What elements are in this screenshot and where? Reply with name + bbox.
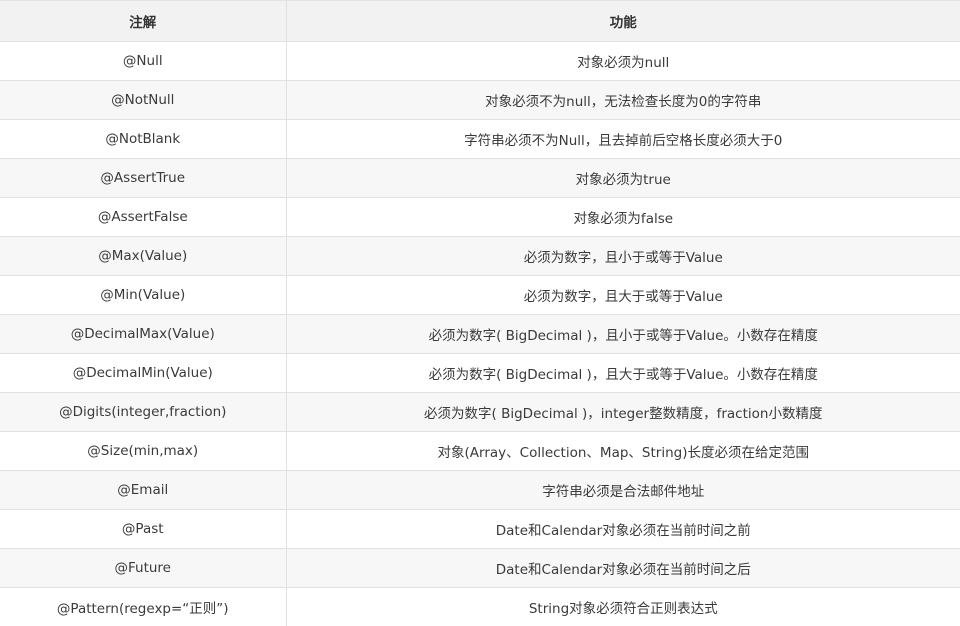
function-cell: String对象必须符合正则表达式: [285, 587, 960, 626]
annotation-cell: @Max(Value): [0, 236, 287, 276]
table-row: @DecimalMin(Value) 必须为数字( BigDecimal )，且…: [0, 353, 960, 393]
annotation-cell: @NotBlank: [0, 119, 287, 159]
function-cell: 必须为数字，且大于或等于Value: [285, 275, 960, 315]
annotation-cell: @Past: [0, 509, 287, 549]
annotation-cell: @Digits(integer,fraction): [0, 392, 287, 432]
annotation-cell: @Min(Value): [0, 275, 287, 315]
annotation-table: 注解 功能 @Null 对象必须为null @NotNull 对象必须不为nul…: [0, 0, 960, 626]
table-row: @Digits(integer,fraction) 必须为数字( BigDeci…: [0, 392, 960, 432]
function-cell: 必须为数字( BigDecimal )，且大于或等于Value。小数存在精度: [285, 353, 960, 393]
header-annotation: 注解: [0, 0, 287, 42]
function-cell: Date和Calendar对象必须在当前时间之后: [285, 548, 960, 588]
header-function: 功能: [285, 0, 960, 42]
table-row: @Future Date和Calendar对象必须在当前时间之后: [0, 548, 960, 588]
function-cell: 字符串必须是合法邮件地址: [285, 470, 960, 510]
function-cell: 对象必须为false: [285, 197, 960, 237]
annotation-cell: @Future: [0, 548, 287, 588]
table-row: @Pattern(regexp=“正则”) String对象必须符合正则表达式: [0, 587, 960, 626]
function-cell: 必须为数字，且小于或等于Value: [285, 236, 960, 276]
annotation-cell: @NotNull: [0, 80, 287, 120]
function-cell: 对象必须为null: [285, 41, 960, 81]
annotation-cell: @DecimalMax(Value): [0, 314, 287, 354]
table-row: @Size(min,max) 对象(Array、Collection、Map、S…: [0, 431, 960, 471]
function-cell: 对象(Array、Collection、Map、String)长度必须在给定范围: [285, 431, 960, 471]
function-cell: 字符串必须不为Null，且去掉前后空格长度必须大于0: [285, 119, 960, 159]
function-cell: 对象必须为true: [285, 158, 960, 198]
function-cell: Date和Calendar对象必须在当前时间之前: [285, 509, 960, 549]
table-row: @AssertFalse 对象必须为false: [0, 197, 960, 237]
table-row: @Email 字符串必须是合法邮件地址: [0, 470, 960, 510]
table-row: @NotNull 对象必须不为null，无法检查长度为0的字符串: [0, 80, 960, 120]
table-row: @Null 对象必须为null: [0, 41, 960, 81]
table-row: @AssertTrue 对象必须为true: [0, 158, 960, 198]
table-row: @NotBlank 字符串必须不为Null，且去掉前后空格长度必须大于0: [0, 119, 960, 159]
annotation-cell: @Email: [0, 470, 287, 510]
annotation-cell: @AssertTrue: [0, 158, 287, 198]
header-row: 注解 功能: [0, 0, 960, 42]
table-row: @Past Date和Calendar对象必须在当前时间之前: [0, 509, 960, 549]
annotation-cell: @Pattern(regexp=“正则”): [0, 587, 287, 626]
table-row: @Min(Value) 必须为数字，且大于或等于Value: [0, 275, 960, 315]
table-body: @Null 对象必须为null @NotNull 对象必须不为null，无法检查…: [0, 41, 960, 626]
table-row: @Max(Value) 必须为数字，且小于或等于Value: [0, 236, 960, 276]
annotation-table-container: 注解 功能 @Null 对象必须为null @NotNull 对象必须不为nul…: [0, 0, 960, 626]
function-cell: 对象必须不为null，无法检查长度为0的字符串: [285, 80, 960, 120]
annotation-cell: @AssertFalse: [0, 197, 287, 237]
table-row: @DecimalMax(Value) 必须为数字( BigDecimal )，且…: [0, 314, 960, 354]
table-header: 注解 功能: [0, 0, 960, 42]
annotation-cell: @Null: [0, 41, 287, 81]
annotation-cell: @DecimalMin(Value): [0, 353, 287, 393]
function-cell: 必须为数字( BigDecimal )，integer整数精度，fraction…: [285, 392, 960, 432]
function-cell: 必须为数字( BigDecimal )，且小于或等于Value。小数存在精度: [285, 314, 960, 354]
annotation-cell: @Size(min,max): [0, 431, 287, 471]
